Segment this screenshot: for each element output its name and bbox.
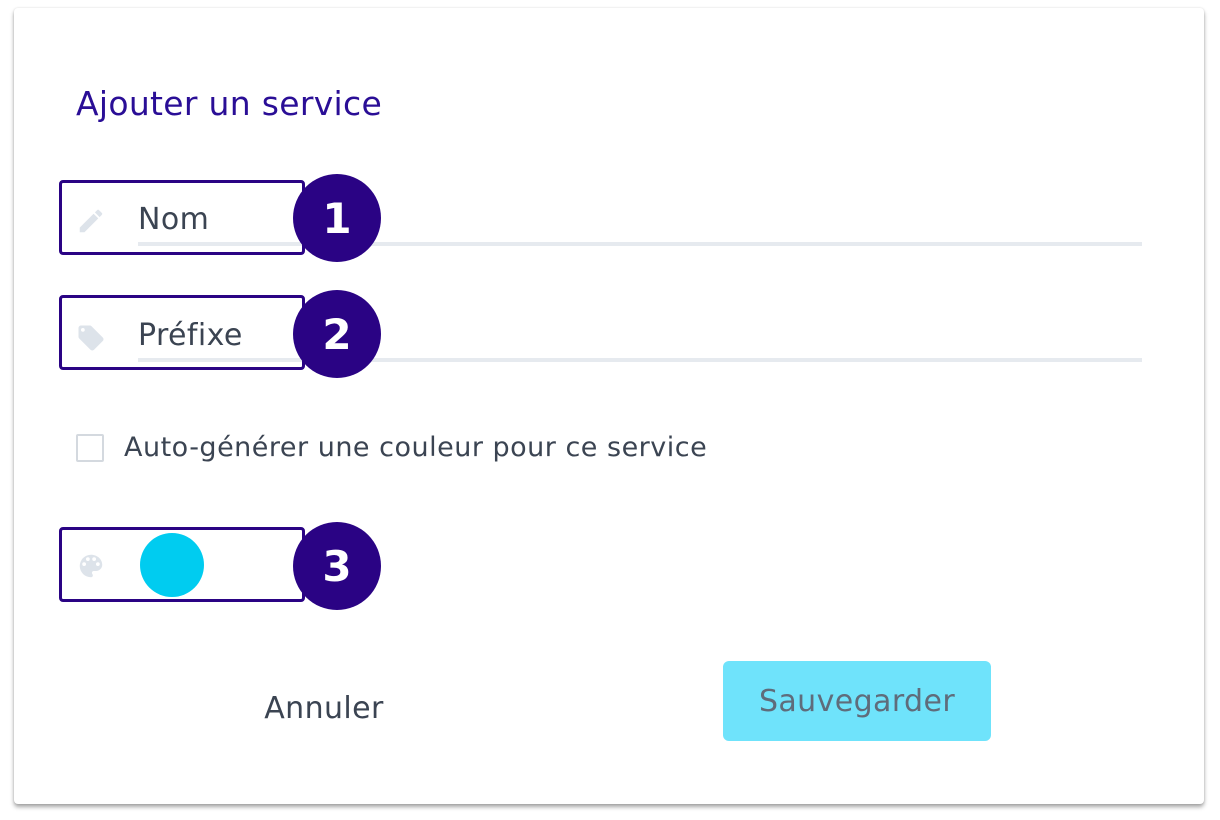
add-service-dialog: Ajouter un service Nom 1 Préfixe 2 Auto-… <box>14 8 1204 804</box>
step-badge-2: 2 <box>293 290 381 378</box>
save-button[interactable]: Sauvegarder <box>723 661 991 741</box>
name-highlight <box>59 180 305 255</box>
cancel-button[interactable]: Annuler <box>244 672 404 744</box>
prefix-highlight <box>59 295 305 370</box>
auto-color-checkbox[interactable] <box>76 434 104 462</box>
step-badge-1: 1 <box>293 174 381 262</box>
step-badge-3: 3 <box>293 522 381 610</box>
color-highlight <box>59 527 305 602</box>
dialog-title: Ajouter un service <box>76 84 383 123</box>
auto-color-label[interactable]: Auto-générer une couleur pour ce service <box>124 432 707 463</box>
